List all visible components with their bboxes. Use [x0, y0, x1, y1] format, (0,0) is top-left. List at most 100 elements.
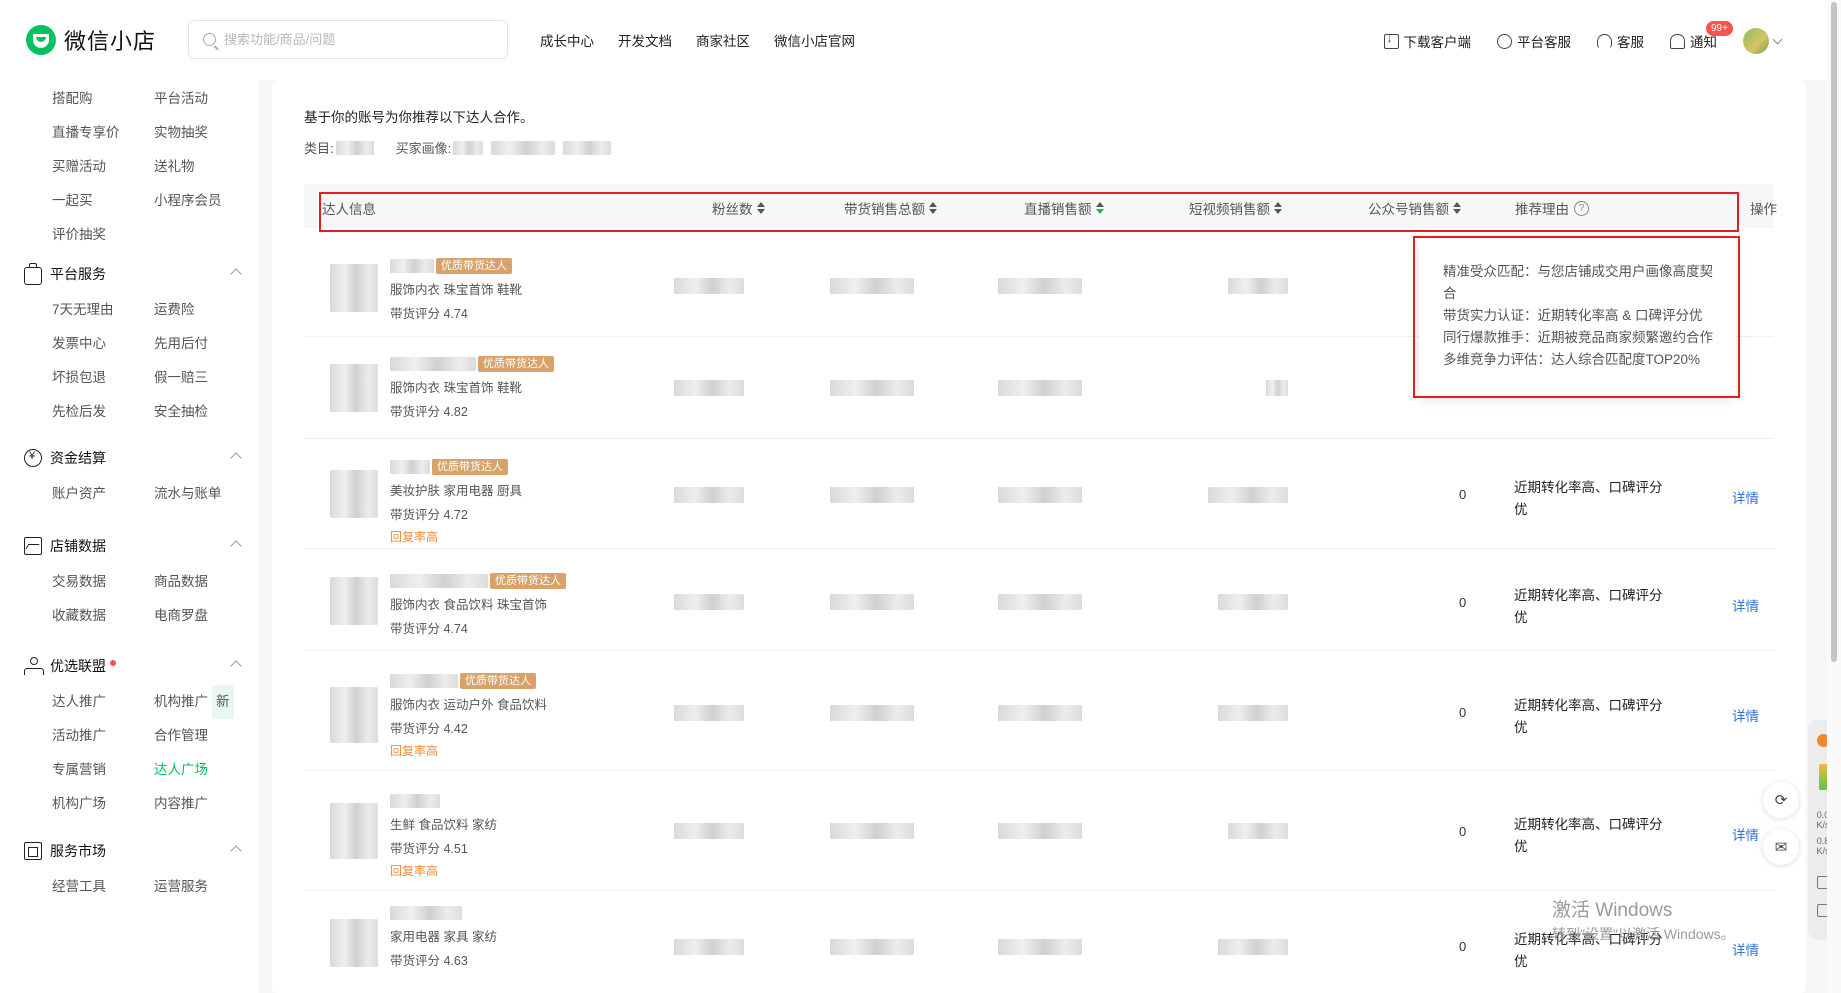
- live-sales-redacted: [998, 705, 1082, 721]
- detail-link[interactable]: 详情: [1732, 595, 1759, 615]
- sidebar-item[interactable]: 小程序会员: [154, 184, 242, 218]
- recommend-reason: 近期转化率高、口碑评分优: [1514, 480, 1663, 517]
- sidebar-section-store-data[interactable]: 店铺数据: [24, 534, 244, 558]
- sidebar-item[interactable]: 一起买: [52, 184, 154, 218]
- sidebar-item[interactable]: 账户资产: [52, 477, 154, 511]
- sidebar-item[interactable]: 专属营销: [52, 753, 154, 787]
- sidebar-item[interactable]: 运营服务: [154, 870, 242, 904]
- refresh-float-button[interactable]: ⟳: [1763, 782, 1799, 818]
- platform-service-button[interactable]: 平台客服: [1497, 31, 1571, 51]
- sidebar-section-alliance[interactable]: 优选联盟: [24, 654, 244, 678]
- sidebar-item[interactable]: 坏损包退: [52, 361, 154, 395]
- col-video-sales-sort[interactable]: 短视频销售额: [1189, 198, 1282, 218]
- page-scrollbar[interactable]: [1827, 0, 1841, 993]
- account-menu[interactable]: [1743, 28, 1783, 54]
- sidebar-item-talent-plaza[interactable]: 达人广场: [154, 753, 242, 787]
- sidebar-alliance-items: 达人推广 机构推广新 活动推广 合作管理 专属营销 达人广场 机构广场 内容推广: [52, 685, 242, 821]
- sidebar-item[interactable]: 收藏数据: [52, 599, 154, 633]
- sidebar-item[interactable]: 7天无理由: [52, 293, 154, 327]
- video-sales-redacted: [1228, 278, 1288, 294]
- total-sales-redacted: [830, 705, 914, 721]
- table-row[interactable]: 生鲜 食品饮料 家纺 带货评分 4.51 回复率高 0 近期转化率高、口碑评分优…: [304, 771, 1774, 891]
- sidebar-section-platform-service[interactable]: 平台服务: [24, 262, 244, 286]
- sidebar-item[interactable]: 合作管理: [154, 719, 242, 753]
- table-row[interactable]: 优质带货达人 美妆护肤 家用电器 厨具 带货评分 4.72 回复率高 0 近期转…: [304, 439, 1774, 549]
- bell-icon: [1670, 33, 1685, 49]
- recommend-reason: 近期转化率高、口碑评分优: [1514, 698, 1663, 735]
- sidebar-item[interactable]: 交易数据: [52, 565, 154, 599]
- talent-categories: 家用电器 家具 家纺: [390, 930, 497, 944]
- red-dot-indicator: [110, 660, 116, 666]
- live-sales-redacted: [998, 939, 1082, 955]
- avatar: [1743, 28, 1769, 54]
- talent-score: 带货评分 4.51: [390, 842, 468, 856]
- sidebar-item[interactable]: 运费险: [154, 293, 242, 327]
- table-row[interactable]: 优质带货达人 服饰内衣 运动户外 食品饮料 带货评分 4.42 回复率高 0 近…: [304, 651, 1774, 771]
- sidebar-item[interactable]: 搭配购: [52, 82, 154, 116]
- nav-growth-center[interactable]: 成长中心: [540, 30, 594, 50]
- feedback-float-button[interactable]: ✉: [1763, 829, 1799, 865]
- chevron-up-icon: [230, 845, 242, 857]
- table-row[interactable]: 优质带货达人 服饰内衣 食品饮料 珠宝首饰 带货评分 4.74 0 近期转化率高…: [304, 549, 1774, 651]
- col-reason-label: 推荐理由: [1515, 202, 1569, 217]
- customer-service-label: 客服: [1617, 35, 1644, 50]
- col-oa-sales-label: 公众号销售额: [1368, 202, 1449, 217]
- sidebar-item[interactable]: 先用后付: [154, 327, 242, 361]
- sidebar-item[interactable]: 评价抽奖: [52, 218, 154, 252]
- col-reason: 推荐理由?: [1515, 198, 1589, 218]
- scrollbar-thumb[interactable]: [1831, 2, 1837, 662]
- sidebar-item[interactable]: 直播专享价: [52, 116, 154, 150]
- col-fans-sort[interactable]: 粉丝数: [712, 198, 765, 218]
- sidebar-item[interactable]: 平台活动: [154, 82, 242, 116]
- col-total-sales-sort[interactable]: 带货销售总额: [844, 198, 937, 218]
- talent-score: 带货评分 4.74: [390, 622, 468, 636]
- sidebar-item[interactable]: 实物抽奖: [154, 116, 242, 150]
- col-total-sales-label: 带货销售总额: [844, 202, 925, 217]
- sidebar-item-org-promo[interactable]: 机构推广新: [154, 685, 242, 720]
- nav-official-site[interactable]: 微信小店官网: [774, 30, 855, 50]
- download-client-button[interactable]: 下载客户端: [1383, 31, 1471, 51]
- chevron-up-icon: [230, 660, 242, 672]
- help-icon[interactable]: ?: [1574, 200, 1589, 216]
- yen-icon: [24, 449, 42, 467]
- sidebar-item[interactable]: 发票中心: [52, 327, 154, 361]
- detail-link[interactable]: 详情: [1732, 939, 1759, 959]
- total-sales-redacted: [830, 823, 914, 839]
- notification-button[interactable]: 通知 99+: [1670, 21, 1733, 51]
- sidebar-item[interactable]: 内容推广: [154, 787, 242, 821]
- mail-icon: ✉: [1774, 839, 1788, 856]
- sidebar-item[interactable]: 先检后发: [52, 395, 154, 429]
- sidebar-item[interactable]: 买赠活动: [52, 150, 154, 184]
- sidebar-service-market-items: 经营工具 运营服务: [52, 870, 242, 904]
- sidebar-section-service-market[interactable]: 服务市场: [24, 839, 244, 863]
- fans-redacted: [674, 823, 744, 839]
- sidebar-item[interactable]: 机构广场: [52, 787, 154, 821]
- logo[interactable]: 微信小店: [26, 24, 156, 56]
- sidebar-item[interactable]: 商品数据: [154, 565, 242, 599]
- search-input[interactable]: [224, 32, 484, 47]
- header-tools: 下载客户端 平台客服 客服 通知 99+: [1383, 21, 1783, 54]
- sidebar-item[interactable]: 送礼物: [154, 150, 242, 184]
- page-intro: 基于你的账号为你推荐以下达人合作。: [304, 110, 534, 125]
- sidebar-item[interactable]: 电商罗盘: [154, 599, 242, 633]
- sidebar-item[interactable]: 安全抽检: [154, 395, 242, 429]
- talent-categories: 服饰内衣 珠宝首饰 鞋靴: [390, 283, 522, 297]
- sidebar-item[interactable]: 经营工具: [52, 870, 154, 904]
- detail-link[interactable]: 详情: [1732, 705, 1759, 725]
- sidebar-item[interactable]: 活动推广: [52, 719, 154, 753]
- sidebar-item[interactable]: 达人推广: [52, 685, 154, 719]
- nav-merchant-community[interactable]: 商家社区: [696, 30, 750, 50]
- detail-link[interactable]: 详情: [1732, 487, 1759, 507]
- sidebar-item[interactable]: 假一赔三: [154, 361, 242, 395]
- customer-service-button[interactable]: 客服: [1597, 31, 1644, 51]
- col-oa-sales-sort[interactable]: 公众号销售额: [1368, 198, 1461, 218]
- detail-link[interactable]: 详情: [1732, 824, 1759, 844]
- col-live-sales-sort[interactable]: 直播销售额: [1024, 198, 1104, 218]
- sidebar-item[interactable]: 流水与账单: [154, 477, 242, 511]
- nav-dev-docs[interactable]: 开发文档: [618, 30, 672, 50]
- chart-icon: [24, 537, 42, 555]
- search-box[interactable]: [188, 20, 508, 59]
- sidebar-section-funds[interactable]: 资金结算: [24, 446, 244, 470]
- store-icon: [24, 842, 42, 860]
- quality-talent-tag: 优质带货达人: [436, 258, 512, 274]
